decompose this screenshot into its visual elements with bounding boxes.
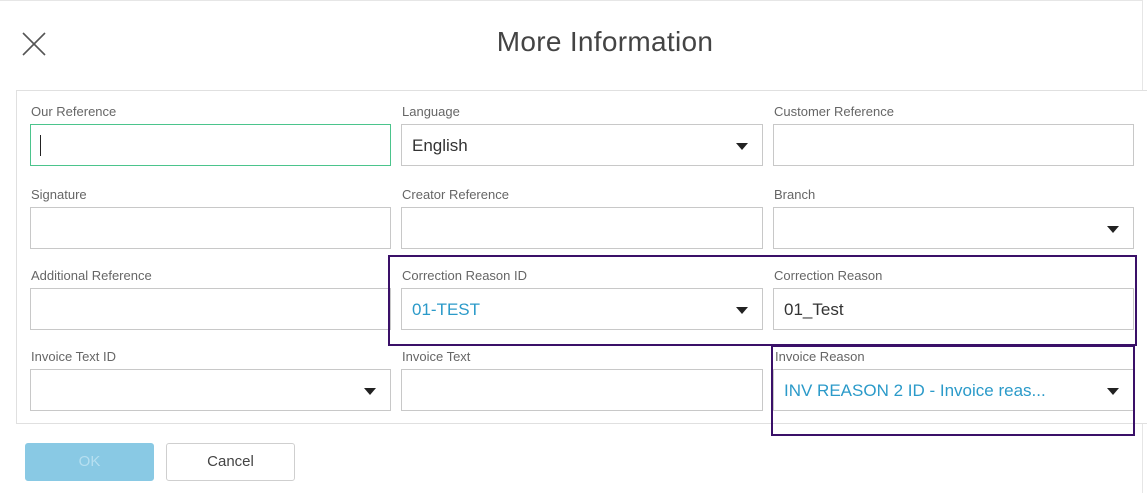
additional-reference-label: Additional Reference [31,268,152,283]
correction-reason-label: Correction Reason [774,268,883,283]
ok-button[interactable]: OK [25,443,154,481]
correction-reason-input[interactable]: 01_Test [773,288,1134,330]
invoice-reason-label: Invoice Reason [775,349,865,364]
chevron-down-icon [1107,388,1119,395]
chevron-down-icon [736,143,748,150]
correction-reason-value: 01_Test [784,300,844,319]
signature-label: Signature [31,187,87,202]
customer-reference-label: Customer Reference [774,104,894,119]
invoice-reason-value: INV REASON 2 ID - Invoice reas... [784,381,1046,400]
chevron-down-icon [736,307,748,314]
additional-reference-input[interactable] [30,288,391,330]
chevron-down-icon [364,388,376,395]
creator-reference-label: Creator Reference [402,187,509,202]
customer-reference-input[interactable] [773,124,1134,166]
language-label: Language [402,104,460,119]
our-reference-input[interactable] [30,124,391,166]
invoice-text-input[interactable] [401,369,763,411]
chevron-down-icon [1107,226,1119,233]
correction-reason-id-value: 01-TEST [412,300,481,319]
correction-reason-id-label: Correction Reason ID [402,268,527,283]
invoice-reason-select[interactable]: INV REASON 2 ID - Invoice reas... [773,369,1134,411]
invoice-text-label: Invoice Text [402,349,471,364]
correction-reason-id-select[interactable]: 01-TEST [401,288,763,330]
dialog-title: More Information [496,26,714,57]
language-select[interactable]: English [401,124,763,166]
language-value: English [412,136,468,155]
creator-reference-input[interactable] [401,207,763,249]
text-caret [40,135,41,156]
branch-label: Branch [774,187,816,202]
invoice-text-id-label: Invoice Text ID [31,349,117,364]
dialog-top-border [0,0,1142,1]
cancel-button[interactable]: Cancel [166,443,295,481]
more-information-dialog: More Information Our Reference Language … [0,0,1147,493]
branch-select[interactable] [773,207,1134,249]
our-reference-label: Our Reference [31,104,117,119]
invoice-text-id-select[interactable] [30,369,391,411]
signature-input[interactable] [30,207,391,249]
